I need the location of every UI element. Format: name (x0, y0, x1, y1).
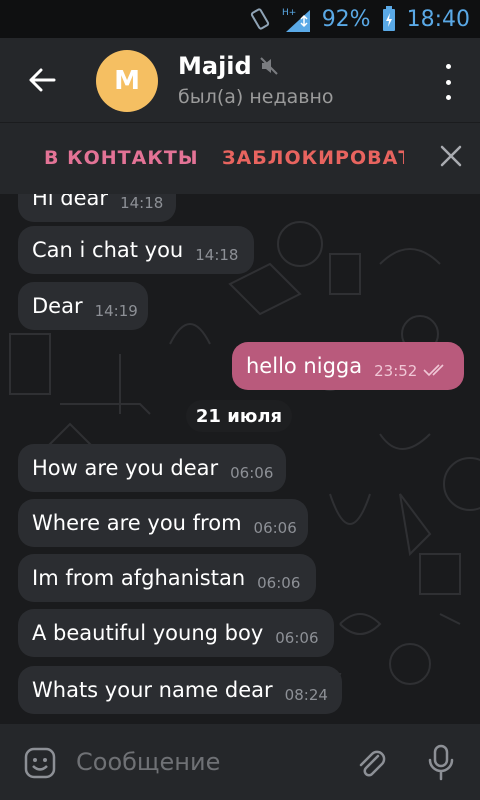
message-incoming[interactable]: Where are you from 06:06 (18, 499, 308, 547)
message-text: Hi dear (32, 194, 109, 210)
contact-name: Majid (178, 52, 252, 80)
contact-name-row: Majid (178, 52, 334, 80)
message-text: Where are you from (32, 511, 242, 535)
chat-title-area[interactable]: Majid был(а) недавно (178, 52, 334, 108)
message-time: 23:52 (374, 362, 418, 380)
last-seen-status: был(а) недавно (178, 86, 334, 108)
network-type-label: H+ (282, 8, 296, 18)
message-text: Im from afghanistan (32, 566, 246, 590)
date-separator: 21 июля (186, 400, 292, 432)
microphone-icon[interactable] (426, 744, 456, 782)
dot-icon (445, 95, 451, 100)
message-text: hello nigga (246, 354, 363, 378)
battery-icon (381, 6, 397, 32)
arrow-left-icon (29, 68, 56, 92)
message-text: A beautiful young boy (32, 621, 264, 645)
message-time: 06:06 (275, 629, 319, 647)
message-time: 06:06 (257, 574, 301, 592)
muted-icon (260, 57, 278, 75)
message-incoming[interactable]: How are you dear 06:06 (18, 444, 286, 492)
emoji-icon[interactable] (24, 747, 56, 779)
battery-percent: 92% (321, 6, 371, 32)
message-incoming[interactable]: Dear 14:19 (18, 282, 148, 330)
message-time: 08:24 (284, 686, 328, 704)
message-incoming[interactable]: Im from afghanistan 06:06 (18, 554, 316, 602)
message-text: Dear (32, 294, 83, 318)
message-outgoing[interactable]: hello nigga 23:52 (232, 342, 464, 390)
clock: 18:40 (406, 6, 470, 32)
paperclip-icon[interactable] (354, 746, 388, 780)
vibrate-icon (248, 7, 272, 31)
chat-messages[interactable]: Hi dear 14:18 Can i chat you 14:18 Dear … (0, 194, 480, 724)
read-ticks-icon (423, 364, 444, 377)
add-contact-button[interactable]: В КОНТАКТЫ (44, 147, 199, 169)
more-options-button[interactable] (438, 64, 458, 100)
status-bar: H+ 92% 18:40 (0, 0, 480, 38)
block-user-button[interactable]: ЗАБЛОКИРОВАТЬ (222, 147, 404, 169)
message-composer: Сообщение (0, 724, 480, 800)
message-time: 14:18 (195, 246, 239, 264)
message-text: Can i chat you (32, 238, 184, 262)
message-incoming[interactable]: Can i chat you 14:18 (18, 226, 254, 274)
avatar[interactable]: M (96, 50, 158, 112)
message-text: How are you dear (32, 456, 219, 480)
message-time: 06:06 (230, 464, 274, 482)
message-text: Whats your name dear (32, 678, 273, 702)
chat-header: M Majid был(а) недавно (0, 38, 480, 122)
signal-icon: H+ (282, 6, 312, 32)
message-input[interactable]: Сообщение (76, 748, 220, 776)
message-time: 14:18 (120, 194, 164, 212)
message-incoming[interactable]: Whats your name dear 08:24 (18, 666, 342, 714)
dot-icon (445, 79, 451, 85)
dot-icon (445, 64, 451, 69)
back-button[interactable] (22, 62, 62, 98)
message-incoming[interactable]: Hi dear 14:18 (18, 194, 176, 222)
close-icon[interactable] (438, 143, 464, 169)
contact-action-bar: В КОНТАКТЫ ЗАБЛОКИРОВАТЬ (0, 122, 480, 195)
message-time: 06:06 (253, 519, 297, 537)
message-time: 14:19 (94, 302, 138, 320)
message-incoming[interactable]: A beautiful young boy 06:06 (18, 609, 334, 657)
